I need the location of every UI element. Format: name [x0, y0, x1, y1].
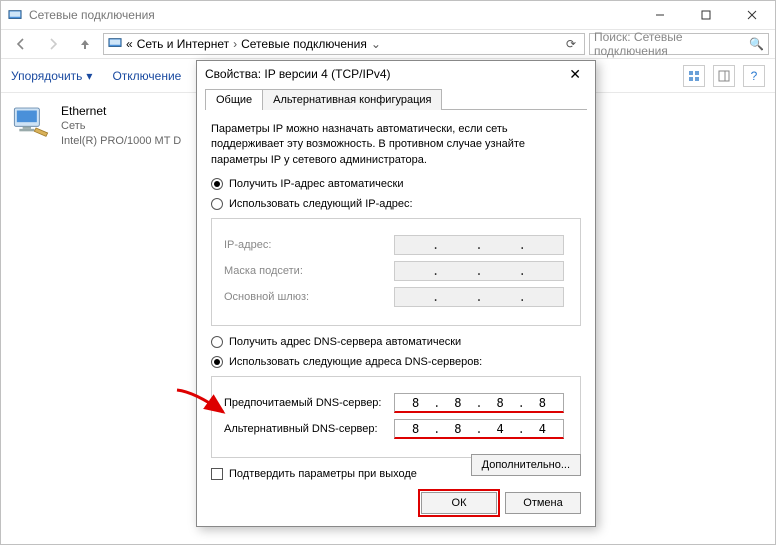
alt-dns-label: Альтернативный DNS-сервер: [224, 423, 394, 435]
network-connections-icon [7, 7, 23, 23]
adapter-status: Сеть [61, 119, 181, 134]
dialog-intro-text: Параметры IP можно назначать автоматичес… [211, 122, 581, 168]
radio-icon [211, 178, 223, 190]
disable-label: Отключение [112, 69, 181, 83]
radio-ip-manual[interactable]: Использовать следующий IP-адрес: [211, 198, 581, 210]
chevron-right-icon: › [233, 37, 237, 51]
octet: 8 [412, 422, 419, 436]
checkbox-icon [211, 468, 223, 480]
alt-dns-input[interactable]: 8. 8. 4. 4 [394, 419, 564, 439]
ip-address-label: IP-адрес: [224, 239, 394, 251]
gateway-label: Основной шлюз: [224, 291, 394, 303]
breadcrumb-part2[interactable]: Сетевые подключения [241, 37, 367, 51]
pref-dns-label: Предпочитаемый DNS-сервер: [224, 397, 394, 409]
window-title: Сетевые подключения [29, 8, 155, 22]
adapter-item-ethernet[interactable]: Ethernet Сеть Intel(R) PRO/1000 MT D [11, 103, 211, 149]
radio-icon [211, 336, 223, 348]
chevron-down-icon[interactable]: ⌄ [367, 37, 385, 51]
adapter-name: Ethernet [61, 103, 181, 119]
window-controls [637, 1, 775, 29]
ip-address-input: . . . [394, 235, 564, 255]
organize-menu[interactable]: Упорядочить ▾ [11, 69, 92, 83]
maximize-button[interactable] [683, 1, 729, 29]
validate-label: Подтвердить параметры при выходе [229, 468, 417, 480]
forward-button[interactable] [39, 32, 67, 56]
breadcrumb-lead: « [126, 37, 133, 51]
ipv4-properties-dialog: Свойства: IP версии 4 (TCP/IPv4) ✕ Общие… [196, 60, 596, 527]
close-icon[interactable]: ✕ [563, 64, 587, 85]
up-button[interactable] [71, 32, 99, 56]
disable-action[interactable]: Отключение [112, 69, 181, 83]
refresh-icon[interactable]: ⟳ [562, 37, 580, 51]
radio-ip-manual-label: Использовать следующий IP-адрес: [229, 198, 413, 210]
search-icon: 🔍 [749, 37, 764, 51]
dialog-title: Свойства: IP версии 4 (TCP/IPv4) [205, 67, 391, 81]
adapter-icon [11, 103, 51, 143]
octet: 8 [497, 396, 504, 410]
tab-alternate[interactable]: Альтернативная конфигурация [262, 89, 442, 110]
help-button[interactable]: ? [743, 65, 765, 87]
chevron-down-icon: ▾ [86, 69, 92, 83]
radio-ip-auto-label: Получить IP-адрес автоматически [229, 178, 403, 190]
tab-general[interactable]: Общие [205, 89, 263, 110]
preview-pane-button[interactable] [713, 65, 735, 87]
subnet-mask-label: Маска подсети: [224, 265, 394, 277]
radio-dns-auto-label: Получить адрес DNS-сервера автоматически [229, 336, 461, 348]
radio-dns-manual-label: Использовать следующие адреса DNS-сервер… [229, 356, 482, 368]
breadcrumb-part1[interactable]: Сеть и Интернет [137, 37, 229, 51]
view-toggle-button[interactable] [683, 65, 705, 87]
title-bar: Сетевые подключения [1, 1, 775, 29]
ip-section: Получить IP-адрес автоматически Использо… [211, 178, 581, 326]
cancel-button[interactable]: Отмена [505, 492, 581, 514]
octet: 4 [539, 422, 546, 436]
minimize-button[interactable] [637, 1, 683, 29]
address-bar-row: « Сеть и Интернет › Сетевые подключения … [1, 29, 775, 59]
radio-icon [211, 356, 223, 368]
organize-label: Упорядочить [11, 69, 82, 83]
advanced-button[interactable]: Дополнительно... [471, 454, 581, 476]
subnet-mask-input: . . . [394, 261, 564, 281]
ok-button[interactable]: ОК [421, 492, 497, 514]
dns-section: Получить адрес DNS-сервера автоматически… [211, 336, 581, 458]
octet: 4 [497, 422, 504, 436]
adapter-driver: Intel(R) PRO/1000 MT D [61, 134, 181, 149]
address-bar[interactable]: « Сеть и Интернет › Сетевые подключения … [103, 33, 585, 55]
back-button[interactable] [7, 32, 35, 56]
octet: 8 [539, 396, 546, 410]
dialog-title-bar: Свойства: IP версии 4 (TCP/IPv4) ✕ [197, 61, 595, 87]
gateway-input: . . . [394, 287, 564, 307]
radio-ip-auto[interactable]: Получить IP-адрес автоматически [211, 178, 581, 190]
search-input[interactable]: Поиск: Сетевые подключения 🔍 [589, 33, 769, 55]
ip-fields-group: IP-адрес: . . . Маска подсети: . . . Осн… [211, 218, 581, 326]
octet: 8 [454, 422, 461, 436]
radio-dns-auto[interactable]: Получить адрес DNS-сервера автоматически [211, 336, 581, 348]
search-placeholder: Поиск: Сетевые подключения [594, 30, 749, 58]
close-button[interactable] [729, 1, 775, 29]
network-connections-icon [108, 36, 122, 53]
dialog-footer: ОК Отмена [197, 484, 595, 526]
dialog-tabs: Общие Альтернативная конфигурация [197, 89, 595, 110]
dns-fields-group: Предпочитаемый DNS-сервер: 8. 8. 8. 8 Ал… [211, 376, 581, 458]
pref-dns-input[interactable]: 8. 8. 8. 8 [394, 393, 564, 413]
octet: 8 [454, 396, 461, 410]
octet: 8 [412, 396, 419, 410]
radio-dns-manual[interactable]: Использовать следующие адреса DNS-сервер… [211, 356, 581, 368]
radio-icon [211, 198, 223, 210]
